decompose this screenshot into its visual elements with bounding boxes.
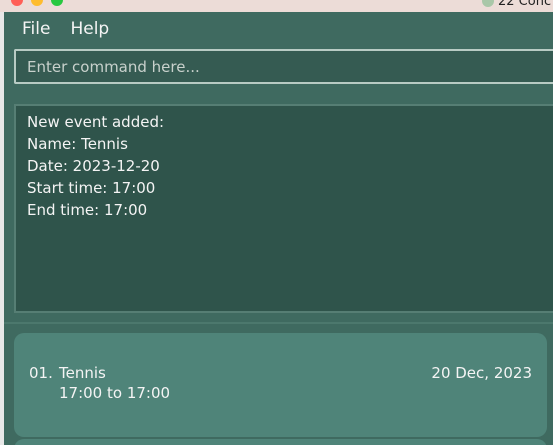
command-input[interactable]: Enter command here... [14, 49, 553, 84]
background-label-text: 22 Conc [498, 0, 552, 9]
event-list[interactable]: 01. Tennis 17:00 to 17:00 20 Dec, 2023 [14, 333, 553, 445]
status-dot-icon [482, 0, 494, 7]
mac-top-strip: 22 Conc [0, 0, 553, 12]
next-event-card-peek [14, 439, 547, 445]
background-window-label: 22 Conc [482, 0, 552, 9]
screen: 22 Conc File Help Enter command here... … [0, 0, 553, 445]
menu-bar: File Help [4, 12, 553, 46]
minimize-window-icon[interactable] [31, 0, 43, 6]
help-menu[interactable]: Help [70, 19, 109, 39]
panel-separator [4, 322, 553, 324]
maximize-window-icon[interactable] [51, 0, 63, 6]
close-window-icon[interactable] [11, 0, 23, 6]
result-display: New event added: Name: Tennis Date: 2023… [14, 104, 553, 313]
event-index: 01. [29, 364, 53, 382]
event-date: 20 Dec, 2023 [431, 364, 532, 382]
event-card[interactable]: 01. Tennis 17:00 to 17:00 20 Dec, 2023 [14, 333, 547, 437]
event-name: Tennis [59, 364, 106, 382]
file-menu[interactable]: File [22, 19, 50, 39]
app-window: File Help Enter command here... New even… [4, 12, 553, 445]
command-placeholder: Enter command here... [27, 57, 200, 76]
event-time-range: 17:00 to 17:00 [59, 384, 171, 402]
